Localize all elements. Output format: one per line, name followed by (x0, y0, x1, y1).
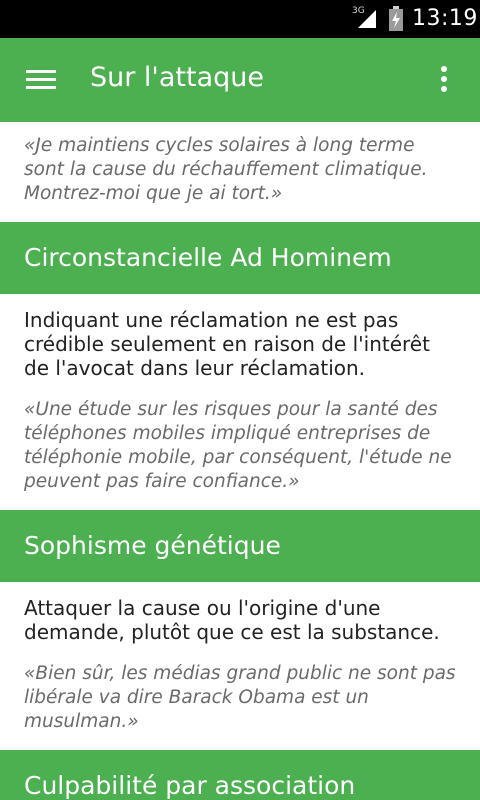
section-header-culpabilite: Culpabilité par association (0, 750, 480, 800)
battery-charging-icon (388, 6, 404, 36)
more-vert-icon[interactable] (430, 62, 458, 96)
page-title: Sur l'attaque (90, 62, 264, 93)
section-example-circonstancielle: «Une étude sur les risques pour la santé… (24, 399, 452, 492)
section-header-sophisme-genetique: Sophisme génétique (0, 510, 480, 582)
status-bar: 3G 13:19 (0, 0, 480, 38)
fallacy-list[interactable]: «Je maintiens cycles solaires à long ter… (0, 122, 480, 800)
app-bar: Sur l'attaque (0, 38, 480, 122)
signal-icon (356, 8, 378, 34)
hamburger-menu-icon[interactable] (22, 66, 56, 94)
section-example-sophisme-genetique: «Bien sûr, les médias grand public ne so… (24, 663, 456, 732)
clock: 13:19 (412, 6, 478, 31)
section-definition-circonstancielle: Indiquant une réclamation ne est pas cré… (24, 308, 430, 380)
intro-example-text: «Je maintiens cycles solaires à long ter… (24, 135, 428, 204)
section-definition-sophisme-genetique: Attaquer la cause ou l'origine d'une dem… (24, 596, 440, 644)
section-header-circonstancielle: Circonstancielle Ad Hominem (0, 222, 480, 294)
